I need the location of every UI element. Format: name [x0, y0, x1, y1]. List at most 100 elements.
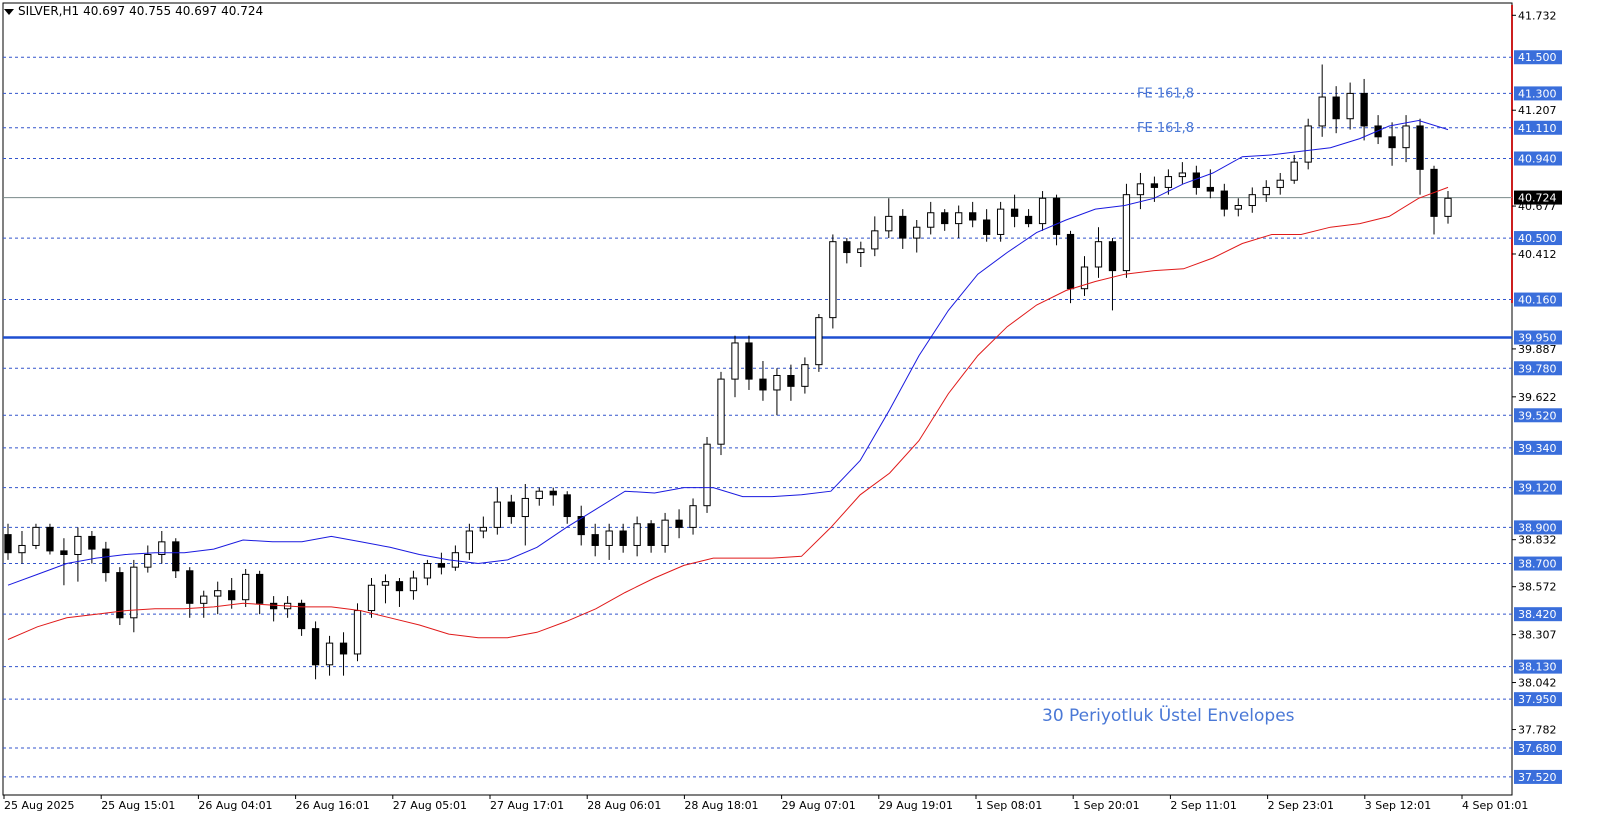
level-label: 39.950	[1518, 332, 1557, 345]
level-label: 39.340	[1518, 442, 1557, 455]
candle-body	[1444, 197, 1452, 217]
candle-body	[1150, 183, 1159, 188]
price-tick-label: 38.307	[1518, 629, 1557, 642]
candle-body	[1402, 125, 1410, 149]
candle-body	[1360, 92, 1368, 127]
level-label: 39.120	[1518, 482, 1557, 495]
time-tick-label: 2 Sep 23:01	[1268, 799, 1334, 812]
candle-body	[801, 364, 809, 387]
price-tick-label: 38.572	[1518, 581, 1557, 594]
candle-body	[605, 530, 613, 546]
current-price-label: 40.724	[1518, 192, 1557, 205]
candle-body	[367, 584, 376, 612]
candle-body	[186, 570, 194, 604]
candle-body	[675, 519, 683, 528]
candle-body	[1304, 125, 1312, 163]
candle-body	[927, 212, 935, 228]
level-label: 37.680	[1518, 742, 1557, 755]
price-chart[interactable]: 41.73241.20740.67740.41239.88739.62238.8…	[0, 0, 1614, 840]
candle-body	[661, 519, 669, 546]
candle-body	[703, 443, 711, 507]
price-tick-label: 38.042	[1518, 677, 1557, 690]
candle-body	[745, 342, 753, 380]
time-tick-label: 4 Sep 01:01	[1462, 799, 1528, 812]
candle-body	[549, 490, 557, 496]
envelopes-annotation: 30 Periyotluk Üstel Envelopes	[1042, 704, 1295, 726]
candle-body	[1038, 197, 1047, 225]
candle-body	[18, 544, 26, 554]
candle-body	[885, 215, 893, 232]
candle-body	[591, 534, 599, 546]
candle-body	[479, 526, 487, 532]
candle-body	[1346, 92, 1354, 120]
price-tick-label: 41.732	[1518, 9, 1557, 22]
price-tick-label: 39.622	[1518, 391, 1557, 404]
lower-envelope-line	[7, 186, 1449, 640]
level-label: 39.520	[1518, 409, 1557, 422]
level-label: 40.940	[1518, 153, 1557, 166]
candle-body	[325, 642, 334, 666]
candle-body	[815, 317, 823, 366]
candle-body	[773, 374, 781, 391]
candle-body	[32, 526, 40, 546]
level-label: 41.110	[1518, 122, 1557, 135]
candle-body	[1108, 241, 1117, 272]
time-tick-label: 27 Aug 05:01	[393, 799, 467, 812]
candle-body	[256, 573, 264, 604]
time-tick-label: 25 Aug 2025	[4, 799, 74, 812]
time-tick-label: 27 Aug 17:01	[490, 799, 564, 812]
candle-body	[1388, 136, 1396, 149]
candle-body	[1164, 176, 1173, 188]
candle-body	[1234, 205, 1242, 210]
upper-envelope-line	[7, 119, 1449, 586]
candle-body	[46, 526, 54, 552]
fe-annotation: FE 161,8	[1137, 121, 1194, 136]
candle-body	[633, 523, 641, 546]
candle-body	[996, 208, 1005, 235]
time-tick-label: 1 Sep 20:01	[1073, 799, 1139, 812]
price-tick-label: 40.412	[1518, 248, 1557, 261]
candle-body	[1178, 172, 1187, 178]
candle-body	[1248, 194, 1256, 207]
candle-body	[60, 550, 68, 556]
candle-body	[871, 230, 879, 250]
candle-body	[619, 530, 627, 546]
level-label: 41.500	[1518, 51, 1557, 64]
candle-body	[200, 595, 208, 604]
level-label: 37.950	[1518, 693, 1557, 706]
candle-body	[144, 554, 152, 568]
candle-body	[423, 563, 432, 579]
candle-body	[1220, 190, 1228, 210]
level-label: 40.160	[1518, 294, 1557, 307]
candle-body	[1416, 125, 1424, 170]
candle-body	[172, 541, 180, 572]
candle-body	[1094, 241, 1103, 268]
candle-body	[269, 602, 278, 610]
candle-body	[381, 581, 390, 586]
candle-body	[1290, 161, 1298, 181]
candle-body	[1122, 194, 1131, 272]
fe-annotation: FE 161,8	[1137, 86, 1194, 101]
candle-body	[339, 642, 348, 655]
candle-body	[74, 535, 82, 556]
candle-body	[787, 374, 795, 387]
time-tick-label: 28 Aug 06:01	[587, 799, 661, 812]
candle-body	[717, 378, 725, 445]
candle-body	[647, 523, 655, 546]
time-tick-label: 28 Aug 18:01	[684, 799, 758, 812]
level-label: 37.520	[1518, 771, 1557, 784]
candle-body	[857, 248, 865, 254]
price-tick-label: 38.832	[1518, 534, 1557, 547]
candle-body	[535, 490, 543, 499]
time-tick-label: 1 Sep 08:01	[976, 799, 1042, 812]
candle-body	[507, 501, 515, 518]
candle-body	[689, 505, 697, 528]
candle-body	[969, 212, 977, 221]
level-label: 40.500	[1518, 232, 1557, 245]
candle-body	[4, 534, 12, 554]
candle-body	[1318, 96, 1326, 127]
time-tick-label: 2 Sep 11:01	[1170, 799, 1236, 812]
time-tick-label: 26 Aug 04:01	[198, 799, 272, 812]
candle-body	[451, 552, 460, 568]
price-tick-label: 39.887	[1518, 343, 1557, 356]
